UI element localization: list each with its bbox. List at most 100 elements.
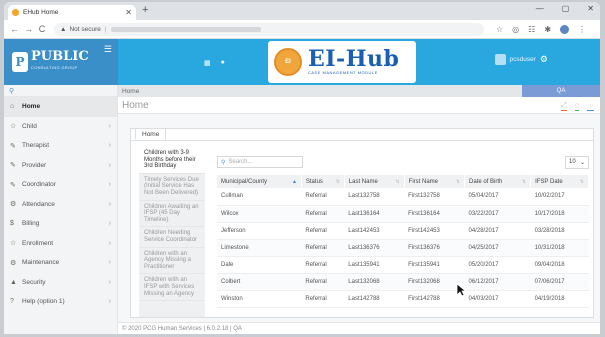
table-cell: Limestone: [217, 239, 302, 257]
tab-title: EHub Home: [23, 9, 59, 16]
maximize-button[interactable]: ▢: [562, 4, 570, 13]
footer: © 2020 PCG Human Services | 6.0.2.18 | Q…: [118, 322, 600, 334]
page-size-value: 10: [569, 159, 576, 165]
sort-icon[interactable]: ⇅: [580, 179, 584, 185]
hamburger-icon[interactable]: ☰: [104, 44, 112, 55]
chevron-right-icon: ›: [108, 239, 111, 247]
sidebar-item-label: Help (option 1): [22, 298, 65, 306]
sidebar-item-help-option-1[interactable]: ? Help (option 1) ›: [4, 292, 117, 312]
results-table: Municipal/County ▲ Status ⇅ Last Name ⇅ First …: [217, 175, 589, 308]
report-tab[interactable]: Children Awaiting an IFSP (45 Day Timeli…: [139, 201, 205, 228]
refresh-icon[interactable]: ○: [574, 102, 579, 111]
table-row[interactable]: Dale Referral Last135941 First135941 05/20/2…: [217, 256, 589, 274]
table-cell: Referral: [301, 222, 345, 240]
security-label: Not secure: [69, 25, 101, 33]
sort-icon[interactable]: ⇅: [336, 179, 340, 185]
gear-icon[interactable]: ⚙: [540, 54, 548, 65]
browser-tab[interactable]: EHub Home ✕: [8, 5, 136, 20]
column-header-label: Municipal/County: [221, 178, 268, 185]
column-header[interactable]: Municipal/County ▲: [217, 175, 302, 188]
menu-icon[interactable]: ⋮: [578, 25, 586, 34]
profile-icon[interactable]: [560, 24, 570, 34]
user-name: pcsduser: [509, 56, 536, 63]
sidebar-item-security[interactable]: ▲ Security ›: [4, 273, 117, 293]
sort-icon[interactable]: ⇅: [522, 179, 526, 185]
minimize-button[interactable]: —: [536, 4, 544, 13]
puzzle-icon[interactable]: ✱: [544, 25, 551, 34]
sidebar-item-therapist[interactable]: ✎ Therapist ›: [4, 136, 117, 156]
grid-search-input[interactable]: ⚲ Search...: [217, 156, 303, 168]
table-row[interactable]: Limestone Referral Last136376 First136376 04…: [217, 239, 589, 257]
extension-icon[interactable]: ◎: [512, 25, 519, 34]
sidebar-item-billing[interactable]: $ Billing ›: [4, 214, 117, 234]
chevron-right-icon: ›: [108, 161, 111, 169]
reload-button[interactable]: C: [38, 24, 46, 34]
sidebar-item-enrollment[interactable]: ☆ Enrollment ›: [4, 234, 117, 254]
table-cell: 04/25/2017: [464, 239, 531, 257]
table-cell: Colbert: [217, 273, 302, 291]
table-row[interactable]: Winston Referral Last142788 First142788 04/0…: [217, 290, 589, 308]
public-logo-icon: P: [12, 52, 28, 72]
sidebar-search[interactable]: ⚲: [4, 85, 117, 97]
table-cell: Last135941: [344, 256, 405, 274]
sidebar-item-maintenance[interactable]: ⚙ Maintenance ›: [4, 253, 117, 273]
table-cell: Referral: [301, 256, 345, 274]
sort-icon[interactable]: ⇅: [395, 179, 399, 185]
table-cell: Cullman: [217, 188, 302, 206]
table-row[interactable]: Colbert Referral Last132068 First132068 06/1…: [217, 273, 589, 291]
apps-icon[interactable]: ☷: [528, 25, 535, 34]
table-row[interactable]: Wilcox Referral Last136164 First136164 03/22…: [217, 205, 589, 223]
table-cell: 05/04/2017: [464, 188, 531, 206]
report-tab[interactable]: Children with 3-9 Months before their 3r…: [139, 147, 205, 174]
grid-toolbar: ⚲ Search... 10 ⌄: [217, 155, 589, 169]
table-cell: First142453: [404, 222, 465, 240]
sort-icon[interactable]: ⇅: [456, 179, 460, 185]
grid-icon[interactable]: ▦: [204, 59, 211, 67]
close-tab-icon[interactable]: ✕: [125, 8, 132, 17]
report-tab[interactable]: Children Needing Service Coordinator: [139, 227, 205, 248]
column-header[interactable]: Last Name ⇅: [344, 175, 405, 188]
breadcrumb-home[interactable]: Home: [122, 88, 139, 95]
page-size-select[interactable]: 10 ⌄: [565, 155, 589, 169]
sidebar-item-provider[interactable]: ✎ Provider ›: [4, 156, 117, 176]
page-header: Home ⤢ ○ ···: [118, 97, 600, 114]
chat-icon[interactable]: ●: [221, 59, 225, 67]
back-button[interactable]: ←: [10, 24, 19, 34]
tab-home[interactable]: Home: [135, 128, 167, 140]
column-header[interactable]: Date of Birth ⇅: [464, 175, 532, 188]
table-row[interactable]: Cullman Referral Last132758 First132758 05/0…: [217, 188, 589, 206]
sort-icon[interactable]: ▲: [292, 179, 297, 185]
user-menu[interactable]: pcsduser ⚙: [494, 54, 548, 65]
table-cell: Referral: [301, 290, 345, 308]
report-tab[interactable]: Children with an Agency Missing a Practi…: [139, 248, 205, 275]
star-icon[interactable]: ☆: [496, 25, 503, 34]
column-header[interactable]: IFSP Date ⇅: [530, 175, 589, 188]
column-header[interactable]: Status ⇅: [301, 175, 345, 188]
url-field[interactable]: ▲ Not secure |: [54, 22, 484, 36]
topbar-icons: ▦ ●: [204, 59, 225, 67]
expand-icon[interactable]: ⤢: [561, 102, 567, 111]
table-cell: 04/28/2017: [464, 222, 531, 240]
report-tab[interactable]: Children with an IFSP with Services Miss…: [139, 274, 205, 302]
env-badge: QA: [522, 85, 600, 97]
close-window-button[interactable]: ✕: [587, 4, 594, 13]
table-row[interactable]: Jefferson Referral Last142453 First142453 04…: [217, 222, 589, 240]
column-header-label: IFSP Date: [535, 178, 563, 185]
column-header-label: Status: [305, 178, 323, 185]
report-tab[interactable]: Timely Services Due (Initial Service Has…: [139, 174, 205, 201]
chevron-down-icon: ⌄: [579, 159, 585, 166]
sidebar-item-attendance[interactable]: ⚙ Attendance ›: [4, 195, 117, 215]
brand-name: PUBLIC CONSULTING GROUP: [31, 50, 89, 73]
table-cell: Last142453: [344, 222, 405, 240]
table-cell: First136164: [404, 205, 465, 223]
sidebar-item-home[interactable]: ⌂ Home: [4, 97, 117, 117]
browser-tab-bar: EHub Home ✕ + — ▢ ✕: [4, 2, 600, 20]
more-icon[interactable]: ···: [587, 102, 594, 111]
column-header[interactable]: First Name ⇅: [404, 175, 466, 188]
new-tab-button[interactable]: +: [142, 4, 148, 16]
forward-button[interactable]: →: [24, 24, 33, 34]
table-cell: First136376: [404, 239, 465, 257]
sidebar-item-coordinator[interactable]: ✎ Coordinator ›: [4, 175, 117, 195]
sidebar-item-child[interactable]: ☆ Child ›: [4, 117, 117, 137]
browser-window: EHub Home ✕ + — ▢ ✕ ← → C ▲ Not secure |…: [4, 2, 600, 334]
